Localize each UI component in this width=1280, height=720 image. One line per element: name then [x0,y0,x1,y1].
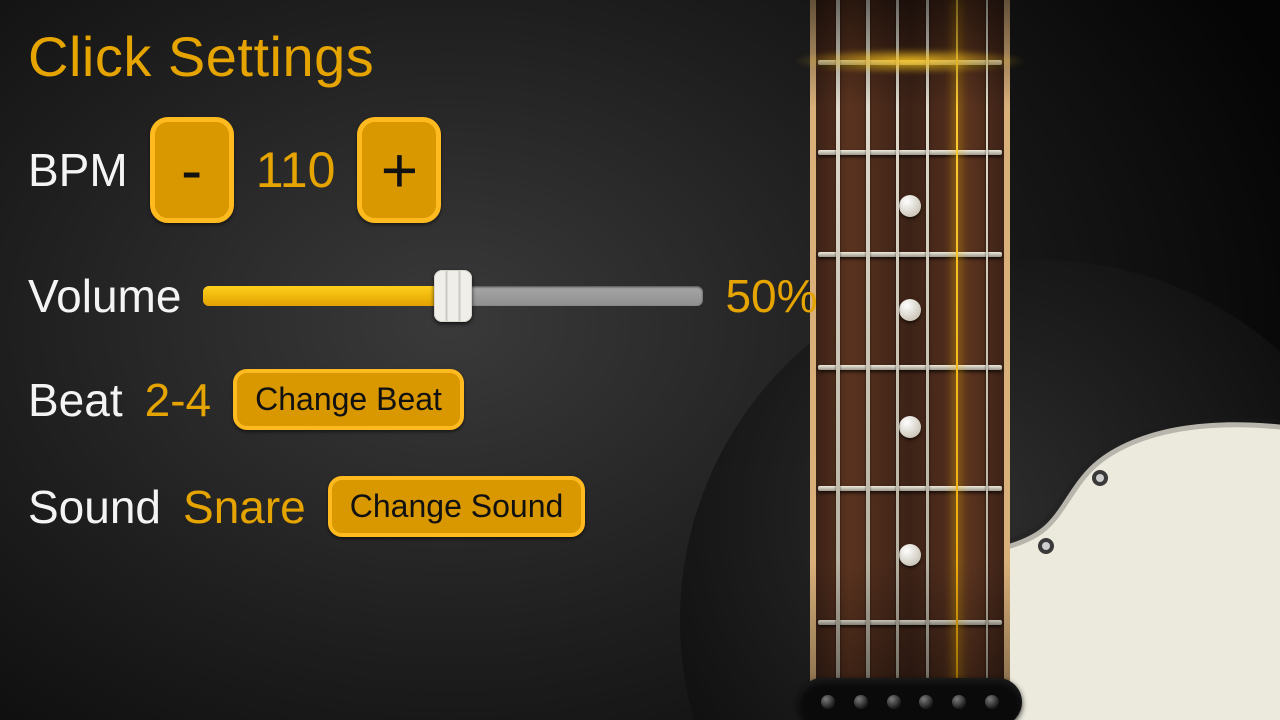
bpm-label: BPM [28,143,128,197]
sound-value: Snare [183,480,306,534]
click-settings-panel: Click Settings BPM - 110 + Volume 50% Be… [0,0,880,537]
bpm-decrement-button[interactable]: - [150,117,234,223]
bpm-row: BPM - 110 + [28,117,860,223]
volume-slider-thumb[interactable] [434,270,472,322]
change-beat-button[interactable]: Change Beat [233,369,464,430]
sound-row: Sound Snare Change Sound [28,476,860,537]
beat-value: 2-4 [145,373,211,427]
beat-label: Beat [28,373,123,427]
beat-row: Beat 2-4 Change Beat [28,369,860,430]
volume-label: Volume [28,269,181,323]
bpm-increment-button[interactable]: + [357,117,441,223]
volume-value: 50% [725,269,817,323]
volume-slider[interactable] [203,286,703,306]
bpm-value: 110 [256,141,336,199]
panel-title: Click Settings [28,24,860,89]
sound-label: Sound [28,480,161,534]
guitar-pickup [798,678,1022,720]
change-sound-button[interactable]: Change Sound [328,476,586,537]
volume-row: Volume 50% [28,269,860,323]
